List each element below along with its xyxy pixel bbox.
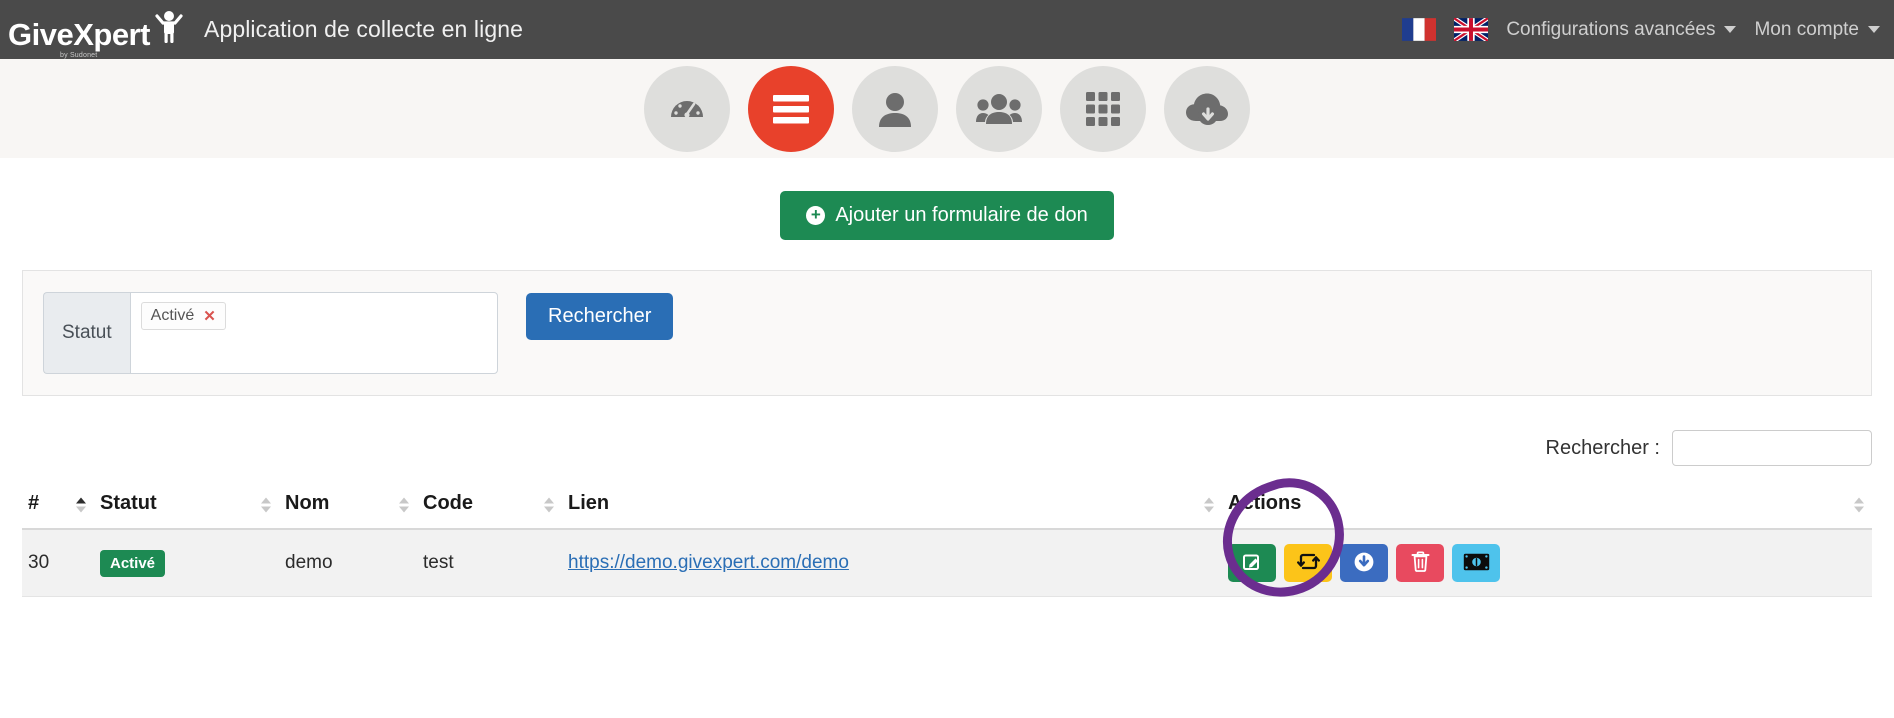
- cell-id: 30: [22, 529, 94, 597]
- status-badge: Activé: [100, 549, 166, 577]
- filter-panel: Statut Activé ✕ Rechercher: [22, 270, 1872, 396]
- add-donation-form-button[interactable]: + Ajouter un formulaire de don: [780, 191, 1114, 240]
- col-header-lien-label: Lien: [568, 492, 610, 514]
- col-header-statut-label: Statut: [100, 492, 157, 514]
- retweet-duplicate-icon: [1296, 551, 1320, 575]
- chevron-down-icon: [1868, 26, 1880, 33]
- icon-nav-bar: [0, 59, 1894, 158]
- users-group-icon: [976, 91, 1022, 127]
- status-filter-tag[interactable]: Activé ✕: [140, 302, 226, 330]
- sort-arrows-icon: [261, 497, 271, 513]
- col-header-code[interactable]: Code: [417, 482, 562, 530]
- col-header-id[interactable]: #: [22, 482, 94, 530]
- cell-nom: demo: [279, 529, 417, 597]
- brand-logo[interactable]: GiveXpert by Sudonet: [0, 10, 183, 59]
- person-raised-arms-icon: [154, 10, 184, 49]
- app-title: Application de collecte en ligne: [204, 16, 524, 42]
- gauge-dashboard-icon: [667, 89, 707, 129]
- table-header-row: # Statut Nom Code Lien Actions: [22, 482, 1872, 530]
- flag-en-icon[interactable]: [1454, 18, 1489, 41]
- forms-table: # Statut Nom Code Lien Actions 30 Activé…: [22, 478, 1872, 597]
- table-row: 30 Activé demo test https://demo.givexpe…: [22, 478, 1872, 597]
- cell-lien: https://demo.givexpert.com/demo: [562, 529, 1222, 597]
- user-icon: [876, 89, 914, 129]
- remove-tag-icon[interactable]: ✕: [203, 309, 216, 324]
- sort-arrows-icon: [544, 497, 554, 513]
- col-header-id-label: #: [28, 492, 40, 514]
- edit-form-button[interactable]: [1228, 544, 1276, 582]
- plus-circle-icon: +: [806, 206, 826, 225]
- delete-form-button[interactable]: [1396, 544, 1444, 582]
- nav-users-group-button[interactable]: [956, 65, 1042, 152]
- nav-export-button[interactable]: [1164, 65, 1250, 152]
- nav-forms-button[interactable]: [748, 65, 834, 152]
- col-header-nom-label: Nom: [285, 492, 330, 514]
- grid-apps-icon: [1084, 90, 1122, 128]
- header-right-nav: Configurations avancées Mon compte: [1402, 18, 1894, 41]
- forms-table-head: # Statut Nom Code Lien Actions: [22, 482, 1872, 530]
- banknote-money-icon: [1463, 553, 1490, 574]
- duplicate-form-button[interactable]: [1284, 544, 1332, 582]
- sort-arrows-icon: [1854, 497, 1864, 513]
- status-filter-input[interactable]: Activé ✕: [129, 292, 498, 374]
- cloud-download-icon: [1185, 91, 1229, 127]
- download-form-button[interactable]: [1340, 544, 1388, 582]
- status-filter-group: Statut Activé ✕: [43, 292, 498, 374]
- cell-actions: [1222, 478, 1872, 597]
- forms-table-body: 30 Activé demo test https://demo.givexpe…: [22, 478, 1872, 597]
- nav-advanced-config-label: Configurations avancées: [1506, 18, 1716, 40]
- col-header-statut[interactable]: Statut: [94, 482, 279, 530]
- add-form-row: + Ajouter un formulaire de don: [22, 158, 1872, 270]
- cell-code: test: [417, 529, 562, 597]
- chevron-down-icon: [1724, 26, 1737, 33]
- hamburger-menu-icon: [770, 92, 812, 126]
- nav-advanced-config[interactable]: Configurations avancées: [1506, 18, 1737, 41]
- trash-icon: [1411, 551, 1430, 575]
- col-header-actions-label: Actions: [1228, 492, 1302, 514]
- col-header-lien[interactable]: Lien: [562, 482, 1222, 530]
- donations-button[interactable]: [1452, 544, 1500, 582]
- nav-user-button[interactable]: [852, 65, 938, 152]
- form-link[interactable]: https://demo.givexpert.com/demo: [568, 552, 849, 573]
- col-header-code-label: Code: [423, 492, 473, 514]
- sort-arrows-icon: [399, 497, 409, 513]
- table-search-label: Rechercher :: [1545, 436, 1661, 459]
- top-header-bar: GiveXpert by Sudonet Application de coll…: [0, 0, 1894, 59]
- sort-arrows-icon: [1204, 497, 1214, 513]
- sort-arrows-icon: [76, 497, 86, 513]
- brand-name: GiveXpert by Sudonet: [8, 16, 150, 59]
- pencil-square-icon: [1242, 552, 1262, 575]
- brand-tagline: by Sudonet: [60, 51, 98, 59]
- nav-my-account-label: Mon compte: [1754, 18, 1859, 40]
- row-action-buttons: [1223, 478, 1866, 597]
- flag-fr-icon[interactable]: [1402, 18, 1437, 41]
- nav-apps-grid-button[interactable]: [1060, 65, 1146, 152]
- main-content: + Ajouter un formulaire de don Statut Ac…: [0, 158, 1894, 718]
- cell-statut: Activé: [94, 529, 279, 597]
- filter-search-button[interactable]: Rechercher: [526, 293, 674, 340]
- download-circle-icon: [1353, 551, 1375, 576]
- brand-name-text: GiveXpert: [8, 16, 150, 52]
- col-header-nom[interactable]: Nom: [279, 482, 417, 530]
- nav-my-account[interactable]: Mon compte: [1754, 19, 1880, 41]
- status-filter-label: Statut: [43, 292, 130, 374]
- table-search-row: Rechercher :: [22, 396, 1872, 482]
- col-header-actions[interactable]: Actions: [1222, 482, 1872, 530]
- status-filter-tag-label: Activé: [150, 307, 195, 324]
- add-donation-form-label: Ajouter un formulaire de don: [835, 204, 1088, 226]
- nav-dashboard-button[interactable]: [644, 65, 730, 152]
- table-search-input[interactable]: [1672, 430, 1872, 466]
